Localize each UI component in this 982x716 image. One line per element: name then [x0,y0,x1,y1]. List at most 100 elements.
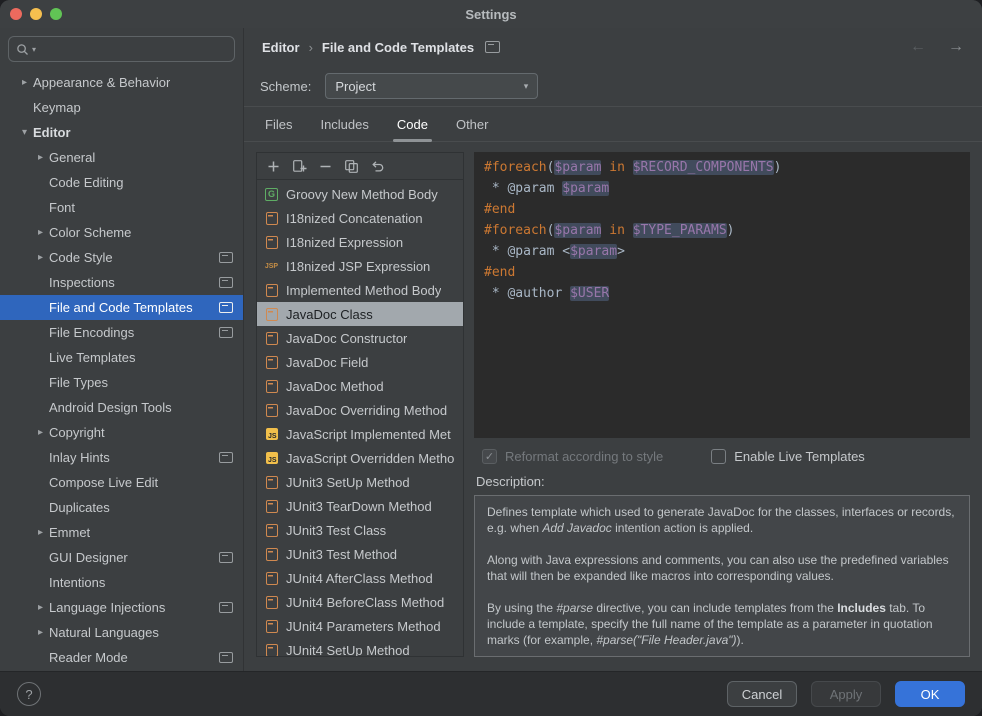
template-file-icon [264,547,279,562]
sidebar-item-label: File Types [49,375,108,390]
chevron-right-icon[interactable]: ▸ [32,427,49,438]
template-item-javadoc-method[interactable]: JavaDoc Method [257,374,463,398]
sidebar-item-color-scheme[interactable]: ▸Color Scheme [0,220,243,245]
reformat-checkbox[interactable]: ✓ Reformat according to style [482,449,663,464]
template-item-junit4-setup-method[interactable]: JUnit4 SetUp Method [257,638,463,656]
sidebar-item-general[interactable]: ▸General [0,145,243,170]
code-line: #end [484,199,960,220]
template-icon [266,476,278,489]
template-item-label: JavaDoc Method [286,379,384,394]
jsp-file-icon: JSP [264,259,279,274]
sidebar-item-label: Editor [33,125,71,140]
cancel-button[interactable]: Cancel [727,681,797,707]
search-box[interactable]: ▾ [8,36,235,62]
scheme-select[interactable]: Project ▾ [325,73,538,99]
sidebar-item-language-injections[interactable]: ▸Language Injections [0,595,243,620]
chevron-right-icon[interactable]: ▸ [32,627,49,638]
chevron-right-icon[interactable]: ▸ [32,227,49,238]
sidebar-item-copyright[interactable]: ▸Copyright [0,420,243,445]
template-item-junit3-test-class[interactable]: JUnit3 Test Class [257,518,463,542]
forward-arrow-icon[interactable]: → [948,39,964,55]
chevron-right-icon[interactable]: ▸ [32,152,49,163]
sidebar-item-emmet[interactable]: ▸Emmet [0,520,243,545]
sidebar-item-keymap[interactable]: Keymap [0,95,243,120]
sidebar-item-reader-mode[interactable]: Reader Mode [0,645,243,670]
template-item-junit4-parameters-method[interactable]: JUnit4 Parameters Method [257,614,463,638]
sidebar-item-gui-designer[interactable]: GUI Designer [0,545,243,570]
chevron-right-icon[interactable]: ▸ [32,602,49,613]
template-item-junit4-afterclass-method[interactable]: JUnit4 AfterClass Method [257,566,463,590]
breadcrumb-editor[interactable]: Editor [262,40,300,55]
template-item-i18nized-jsp-expression[interactable]: JSPI18nized JSP Expression [257,254,463,278]
template-item-javascript-implemented-met[interactable]: JSJavaScript Implemented Met [257,422,463,446]
chevron-right-icon[interactable]: ▸ [32,527,49,538]
template-item-junit3-test-method[interactable]: JUnit3 Test Method [257,542,463,566]
template-item-implemented-method-body[interactable]: Implemented Method Body [257,278,463,302]
sidebar-item-natural-languages[interactable]: ▸Natural Languages [0,620,243,645]
search-history-chevron-icon[interactable]: ▾ [32,45,36,54]
template-item-javascript-overridden-metho[interactable]: JSJavaScript Overridden Metho [257,446,463,470]
description-label: Description: [474,474,970,495]
sidebar-item-file-and-code-templates[interactable]: File and Code Templates [0,295,243,320]
revert-button[interactable] [370,159,385,174]
sidebar-item-inlay-hints[interactable]: Inlay Hints [0,445,243,470]
description-paragraph: Defines template which used to generate … [487,504,957,536]
sidebar-item-file-types[interactable]: File Types [0,370,243,395]
template-icon [266,500,278,513]
minimize-button[interactable] [30,8,42,20]
template-file-icon [264,571,279,586]
close-button[interactable] [10,8,22,20]
code-line: #end [484,262,960,283]
template-item-i18nized-concatenation[interactable]: I18nized Concatenation [257,206,463,230]
chevron-right-icon[interactable]: ▸ [16,77,33,88]
template-item-javadoc-field[interactable]: JavaDoc Field [257,350,463,374]
code-line: * @param <$param> [484,241,960,262]
remove-button[interactable] [318,159,333,174]
chevron-down-icon[interactable]: ▾ [16,127,33,138]
groovy-icon: G [265,188,278,201]
sidebar-item-code-style[interactable]: ▸Code Style [0,245,243,270]
sidebar-item-intentions[interactable]: Intentions [0,570,243,595]
sidebar-item-label: GUI Designer [49,550,128,565]
template-item-label: Implemented Method Body [286,283,441,298]
copy-button[interactable] [292,159,307,174]
template-item-junit3-setup-method[interactable]: JUnit3 SetUp Method [257,470,463,494]
sidebar-item-code-editing[interactable]: Code Editing [0,170,243,195]
sidebar-item-appearance-behavior[interactable]: ▸Appearance & Behavior [0,70,243,95]
template-item-junit4-beforeclass-method[interactable]: JUnit4 BeforeClass Method [257,590,463,614]
zoom-button[interactable] [50,8,62,20]
template-editor[interactable]: #foreach($param in $RECORD_COMPONENTS) *… [474,152,970,438]
chevron-right-icon[interactable]: ▸ [32,252,49,263]
sidebar-item-duplicates[interactable]: Duplicates [0,495,243,520]
tab-other[interactable]: Other [443,107,502,141]
template-item-javadoc-overriding-method[interactable]: JavaDoc Overriding Method [257,398,463,422]
sidebar-item-live-templates[interactable]: Live Templates [0,345,243,370]
sidebar-item-font[interactable]: Font [0,195,243,220]
template-item-junit3-teardown-method[interactable]: JUnit3 TearDown Method [257,494,463,518]
add-button[interactable] [266,159,281,174]
template-item-javadoc-constructor[interactable]: JavaDoc Constructor [257,326,463,350]
revert-icon [370,159,385,174]
monitor-icon [219,277,233,288]
help-button[interactable]: ? [17,682,41,706]
template-item-groovy-new-method-body[interactable]: GGroovy New Method Body [257,182,463,206]
duplicate-button[interactable] [344,159,359,174]
apply-button[interactable]: Apply [811,681,881,707]
ok-button[interactable]: OK [895,681,965,707]
breadcrumb-file-and-code-templates[interactable]: File and Code Templates [322,40,474,55]
tab-includes[interactable]: Includes [307,107,381,141]
sidebar-item-compose-live-edit[interactable]: Compose Live Edit [0,470,243,495]
sidebar-item-inspections[interactable]: Inspections [0,270,243,295]
settings-search-input[interactable] [39,41,227,58]
tab-files[interactable]: Files [252,107,305,141]
template-item-javadoc-class[interactable]: JavaDoc Class [257,302,463,326]
sidebar-item-label: File Encodings [49,325,134,340]
sidebar-item-android-design-tools[interactable]: Android Design Tools [0,395,243,420]
template-list-panel: GGroovy New Method BodyI18nized Concaten… [256,152,464,657]
template-item-i18nized-expression[interactable]: I18nized Expression [257,230,463,254]
sidebar-item-editor[interactable]: ▾Editor [0,120,243,145]
tab-code[interactable]: Code [384,107,441,141]
sidebar-item-file-encodings[interactable]: File Encodings [0,320,243,345]
back-arrow-icon[interactable]: ← [910,39,926,55]
enable-live-templates-checkbox[interactable]: Enable Live Templates [711,449,865,464]
